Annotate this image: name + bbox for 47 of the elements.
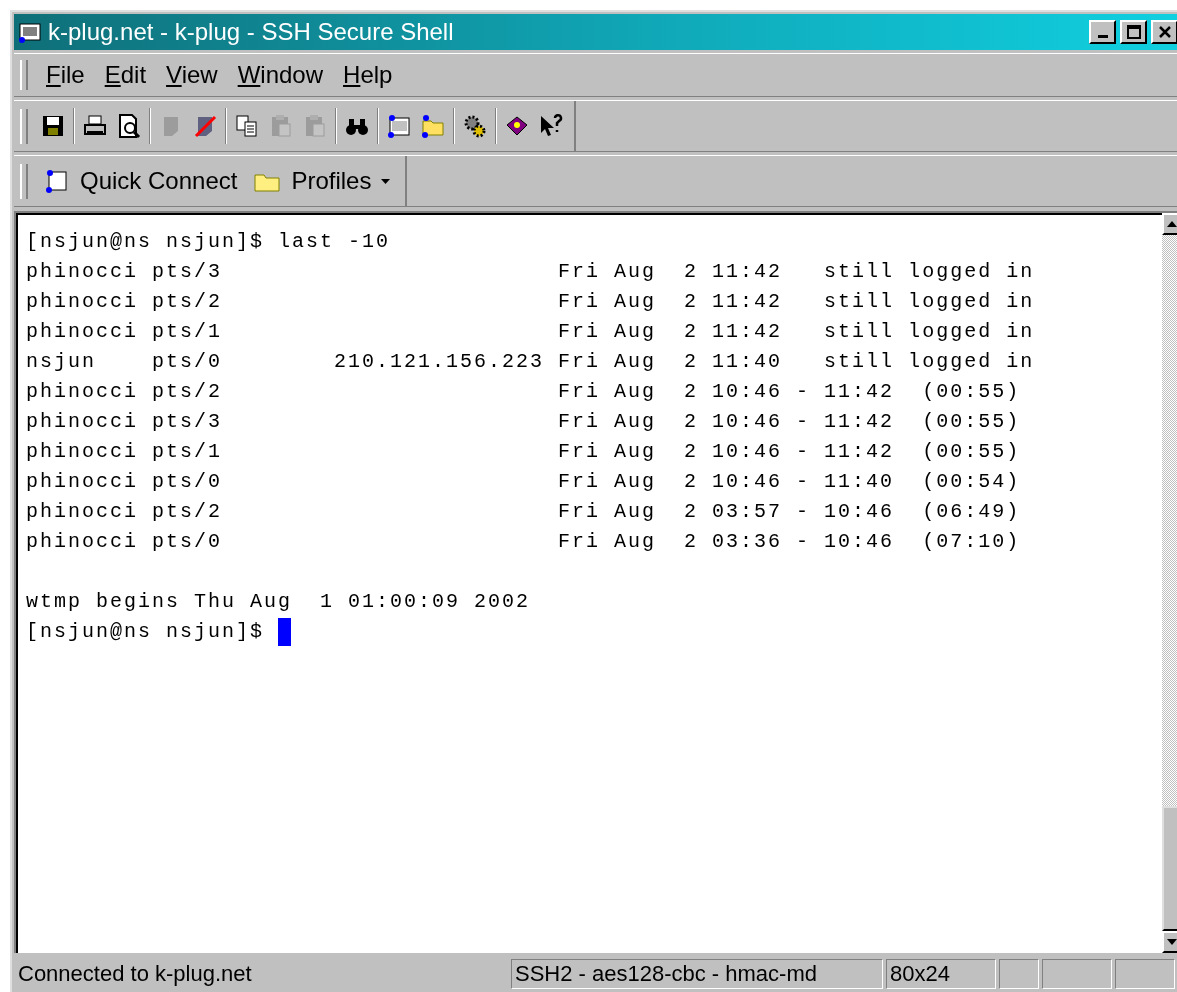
profiles-button[interactable]: Profiles [245, 167, 400, 195]
quick-connect-button[interactable]: Quick Connect [36, 167, 246, 195]
settings-icon [462, 113, 488, 139]
terminal-line: phinocci pts/2 Fri Aug 2 10:46 - 11:42 (00:55) [26, 379, 1021, 405]
close-button[interactable] [1151, 20, 1177, 44]
terminal-line: phinocci pts/3 Fri Aug 2 10:46 - 11:42 (00:55) [26, 409, 1021, 435]
terminal-line: phinocci pts/1 Fri Aug 2 10:46 - 11:42 (00:55) [26, 439, 1021, 465]
terminal-line: wtmp begins Thu Aug 1 01:00:09 2002 [26, 589, 531, 615]
window-title: k-plug.net - k-plug - SSH Secure Shell [48, 18, 455, 46]
terminal-line: nsjun pts/0 210.121.156.223 Fri Aug 2 11:40 still logged in [26, 349, 1035, 375]
menu-item[interactable]: File [36, 61, 95, 89]
scroll-up-arrow-icon [1167, 221, 1177, 227]
scroll-down-arrow-icon [1167, 939, 1177, 945]
status-message: Connected to k-plug.net [17, 960, 253, 988]
terminal-line: [nsjun@ns nsjun]$ [26, 619, 266, 645]
menu-item[interactable]: View [156, 61, 228, 89]
scrollbar-thumb[interactable] [1162, 806, 1177, 931]
cipher-status: SSH2 - aes128-cbc - hmac-md [511, 959, 883, 989]
status-pane [999, 959, 1039, 989]
maximize-icon [1126, 25, 1141, 39]
menu-item[interactable]: Help [333, 61, 403, 89]
copy-icon [234, 113, 260, 139]
status-pane [1042, 959, 1112, 989]
terminal-line: phinocci pts/2 Fri Aug 2 11:42 still logged in [26, 289, 1035, 315]
close-icon [1157, 25, 1172, 39]
menu-item[interactable]: Window [227, 61, 334, 89]
magnifier-page-icon [116, 113, 142, 139]
terminal-line: phinocci pts/3 Fri Aug 2 11:42 still logged in [26, 259, 1035, 285]
vertical-scrollbar[interactable] [1162, 213, 1177, 953]
dropdown-caret-icon [381, 177, 392, 185]
terminal-line: phinocci pts/1 Fri Aug 2 11:42 still logged in [26, 319, 1035, 345]
terminal-line: phinocci pts/2 Fri Aug 2 03:57 - 10:46 (06:49) [26, 499, 1021, 525]
quick-connect-icon [44, 168, 70, 194]
disconnect-icon [192, 113, 218, 139]
minimize-button[interactable] [1089, 20, 1116, 44]
minimize-icon [1097, 35, 1108, 38]
app-icon [18, 20, 44, 44]
terminal-line: phinocci pts/0 Fri Aug 2 03:36 - 10:46 (07:10) [26, 529, 1021, 555]
status-pane [1115, 959, 1175, 989]
new-terminal-icon [386, 113, 412, 139]
menu-item[interactable]: Edit [94, 61, 157, 89]
file-transfer-icon [420, 113, 446, 139]
terminal-line: phinocci pts/0 Fri Aug 2 10:46 - 11:40 (00:54) [26, 469, 1021, 495]
terminal-size-status: 80x24 [886, 959, 996, 989]
help-pointer-icon [538, 113, 564, 139]
terminal-line: [nsjun@ns nsjun]$ last -10 [26, 229, 391, 255]
maximize-button[interactable] [1120, 20, 1147, 44]
